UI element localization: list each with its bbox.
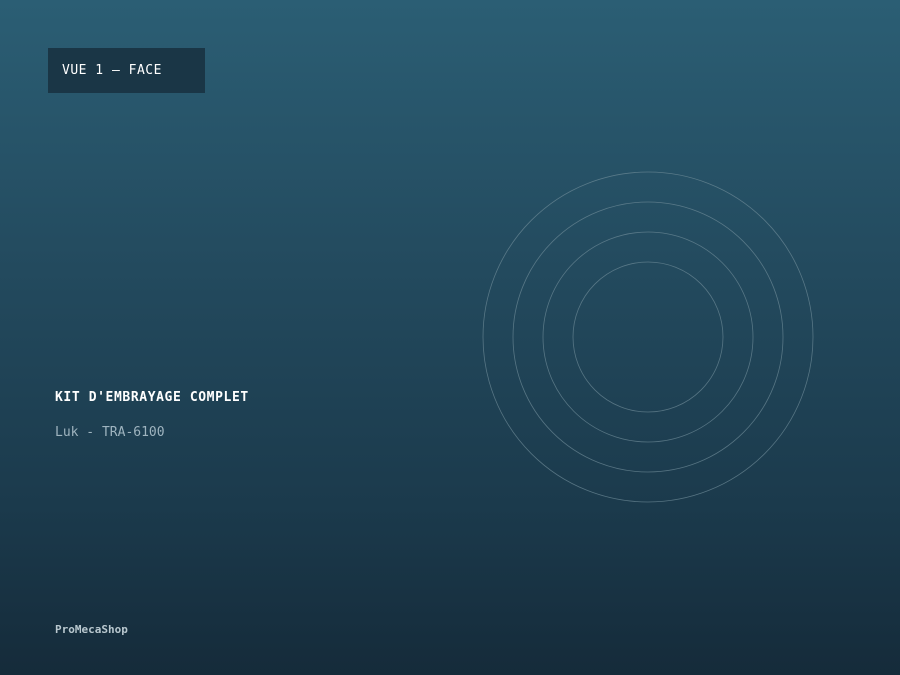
brand-name: ProMecaShop (55, 623, 128, 636)
product-title: KIT D'EMBRAYAGE COMPLET (55, 390, 249, 405)
clutch-rings-graphic (482, 171, 814, 503)
ring-inner (572, 261, 724, 413)
view-label-badge: VUE 1 — FACE (48, 48, 205, 93)
product-subtitle: Luk - TRA-6100 (55, 425, 165, 440)
ring-3 (542, 231, 754, 443)
ring-2 (512, 201, 784, 473)
ring-outer (482, 171, 814, 503)
